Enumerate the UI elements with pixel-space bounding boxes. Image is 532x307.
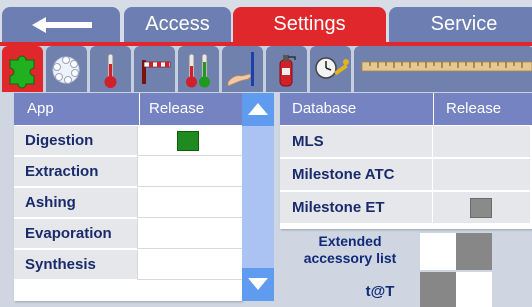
toolbar-balls-button[interactable] bbox=[46, 46, 87, 92]
app-row-name[interactable]: Evaporation bbox=[14, 219, 137, 249]
db-release-column-header: Release bbox=[433, 93, 532, 125]
app-row-release[interactable] bbox=[137, 157, 242, 187]
toolbar-apps-button[interactable] bbox=[2, 46, 43, 92]
tab-settings[interactable]: Settings bbox=[233, 7, 386, 42]
scroll-up-button[interactable] bbox=[242, 93, 274, 126]
app-row-name[interactable]: Extraction bbox=[14, 157, 137, 187]
app-table-scrollbar[interactable] bbox=[242, 93, 274, 301]
database-column-header: Database bbox=[280, 93, 433, 125]
app-row-release[interactable] bbox=[137, 250, 242, 280]
barrier-icon bbox=[142, 60, 171, 84]
tab-access[interactable]: Access bbox=[124, 7, 231, 42]
database-release-table: Database Release MLS Milestone ATC Miles… bbox=[280, 93, 532, 229]
extended-accessory-label: Extended accessory list bbox=[303, 233, 397, 266]
database-row-release[interactable] bbox=[432, 126, 530, 158]
extended-accessory-toggle[interactable] bbox=[420, 233, 492, 270]
balls-icon bbox=[52, 56, 80, 84]
database-row-name[interactable]: Milestone ATC bbox=[280, 159, 432, 191]
puzzle-icon bbox=[9, 55, 35, 89]
release-column-header: Release bbox=[139, 93, 242, 125]
app-column-header: App bbox=[14, 93, 139, 125]
back-arrow-icon bbox=[32, 17, 92, 33]
toggle-on-segment bbox=[420, 272, 456, 307]
database-row-release[interactable] bbox=[432, 159, 530, 191]
toggle-off-segment bbox=[420, 233, 456, 270]
triangle-down-icon bbox=[248, 278, 268, 290]
top-tab-bar: Access Settings Service bbox=[0, 0, 532, 42]
toolbar-clock-button[interactable] bbox=[310, 46, 351, 92]
app-row-name[interactable]: Ashing bbox=[14, 188, 137, 218]
toolbar-barrier-button[interactable] bbox=[134, 46, 175, 92]
toggle-on-segment bbox=[456, 233, 492, 270]
app-row-release[interactable] bbox=[137, 219, 242, 249]
thermometer-icon bbox=[104, 53, 117, 88]
clock-tools-icon bbox=[315, 57, 349, 79]
tab-service[interactable]: Service bbox=[389, 7, 532, 42]
app-row-name[interactable]: Digestion bbox=[14, 126, 137, 156]
toolbar-hand-button[interactable] bbox=[222, 46, 263, 92]
settings-toolbar bbox=[0, 42, 532, 92]
database-row-release[interactable] bbox=[432, 192, 530, 224]
release-disabled-indicator bbox=[470, 198, 492, 218]
triangle-up-icon bbox=[248, 103, 268, 115]
toolbar-ruler-button[interactable] bbox=[354, 46, 532, 92]
back-button[interactable] bbox=[2, 7, 120, 42]
app-row-release[interactable] bbox=[137, 126, 242, 156]
release-enabled-indicator bbox=[177, 131, 199, 151]
toolbar-temperature-button[interactable] bbox=[90, 46, 131, 92]
database-row-name[interactable]: Milestone ET bbox=[280, 192, 432, 224]
toggle-off-segment bbox=[456, 272, 492, 307]
database-row-name[interactable]: MLS bbox=[280, 126, 432, 158]
app-release-table: App Release Digestion Extraction Ashing … bbox=[14, 93, 242, 301]
app-row-release[interactable] bbox=[137, 188, 242, 218]
tat-toggle[interactable] bbox=[420, 272, 492, 307]
hand-icon bbox=[227, 52, 254, 87]
scroll-down-button[interactable] bbox=[242, 268, 274, 301]
toolbar-extinguisher-button[interactable] bbox=[266, 46, 307, 92]
tat-label: t@T bbox=[365, 283, 395, 300]
app-row-name[interactable]: Synthesis bbox=[14, 250, 137, 280]
fire-extinguisher-icon bbox=[279, 55, 296, 87]
toolbar-thermometers-button[interactable] bbox=[178, 46, 219, 92]
thermometers-icon bbox=[186, 53, 210, 88]
ruler-icon bbox=[361, 61, 532, 72]
